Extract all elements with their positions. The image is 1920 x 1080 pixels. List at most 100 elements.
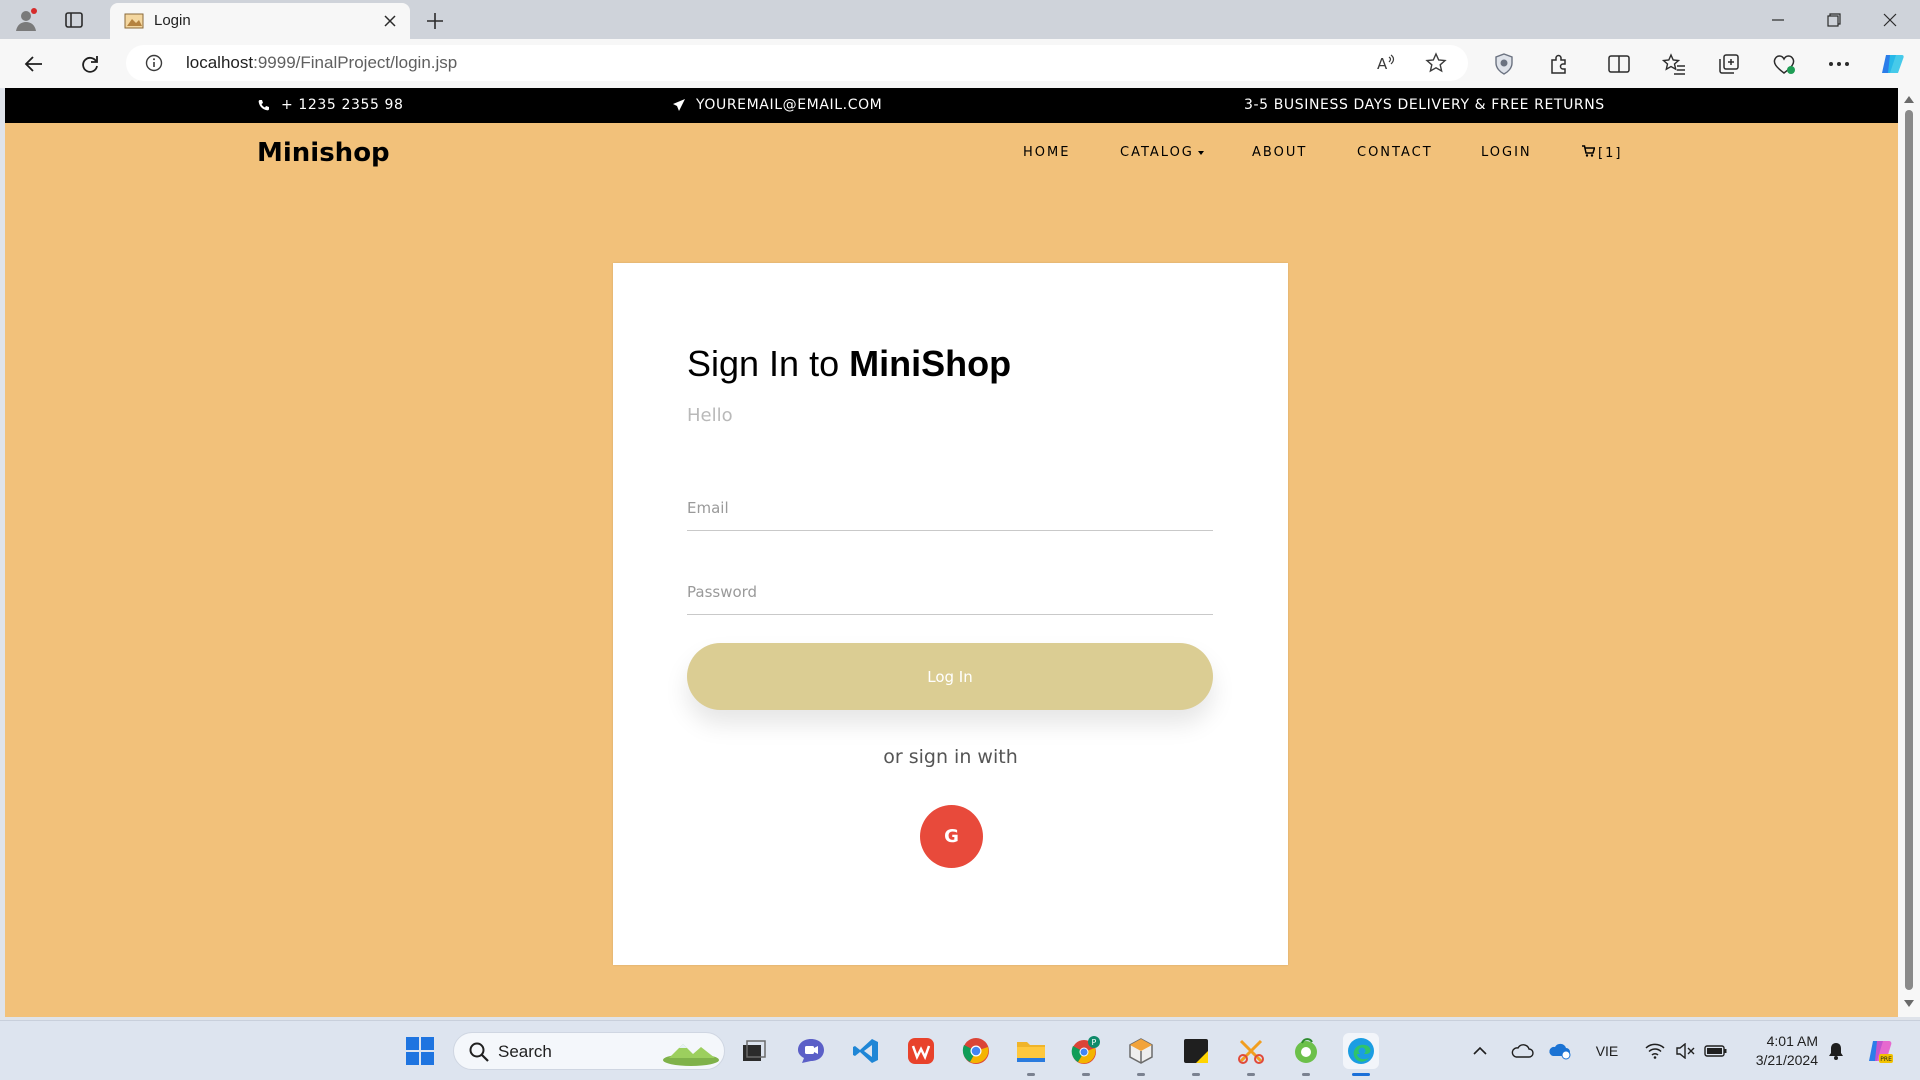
- caret-down-icon: [1197, 150, 1204, 155]
- scroll-up-arrow-icon[interactable]: [1904, 96, 1914, 103]
- browser-essentials-icon[interactable]: [1768, 48, 1800, 80]
- green-app-icon[interactable]: [1288, 1033, 1324, 1069]
- screen: Login localhost:9999/FinalProject/login.…: [0, 0, 1920, 1080]
- clock-time: 4:01 AM: [1766, 1033, 1818, 1049]
- box-app-icon[interactable]: [1123, 1033, 1159, 1069]
- email-field-wrapper: [687, 481, 1213, 531]
- email-field[interactable]: [687, 481, 1213, 530]
- reload-icon[interactable]: [74, 48, 106, 80]
- browser-tab-login[interactable]: Login: [110, 3, 410, 39]
- chrome-profile-icon[interactable]: P: [1068, 1033, 1104, 1069]
- green-app-running-indicator: [1302, 1073, 1310, 1076]
- wifi-icon[interactable]: [1640, 1035, 1670, 1067]
- nav-catalog[interactable]: CATALOG: [1120, 145, 1204, 160]
- nav-catalog-label: CATALOG: [1120, 145, 1194, 160]
- page-scrollbar[interactable]: [1898, 88, 1920, 1017]
- google-signin-button[interactable]: G: [920, 805, 983, 868]
- login-title-brand: MiniShop: [849, 343, 1012, 384]
- login-title-prefix: Sign In to: [687, 343, 840, 384]
- snipping-tool-icon[interactable]: [1233, 1033, 1269, 1069]
- browser-tab-bar: Login: [0, 0, 1920, 39]
- chrome-running-indicator: [1082, 1073, 1090, 1076]
- password-field[interactable]: [687, 565, 1213, 614]
- paper-plane-icon: [672, 98, 686, 112]
- read-aloud-icon[interactable]: A: [1372, 49, 1400, 77]
- copilot-icon[interactable]: [1877, 48, 1909, 80]
- login-button[interactable]: Log In: [687, 643, 1213, 710]
- topbar-delivery-text: 3-5 BUSINESS DAYS DELIVERY & FREE RETURN…: [1244, 97, 1605, 113]
- phone-icon: [257, 98, 271, 112]
- file-explorer-icon[interactable]: [1013, 1033, 1049, 1069]
- back-icon[interactable]: [18, 48, 50, 80]
- shield-icon[interactable]: [1488, 48, 1520, 80]
- taskbar-search-label: Search: [498, 1042, 552, 1061]
- volume-muted-icon[interactable]: [1670, 1035, 1700, 1067]
- url-path: :9999/FinalProject/login.jsp: [253, 53, 458, 72]
- url-host: localhost: [186, 53, 254, 72]
- windows-start-icon[interactable]: [402, 1033, 438, 1069]
- profile-icon[interactable]: [10, 4, 42, 36]
- taskbar-search[interactable]: Search: [453, 1032, 725, 1070]
- copilot-preview-icon[interactable]: PRE: [1862, 1035, 1898, 1067]
- favorites-list-icon[interactable]: [1658, 48, 1690, 80]
- nav-login[interactable]: LOGIN: [1481, 145, 1532, 160]
- onedrive-sync-icon[interactable]: [1545, 1035, 1575, 1067]
- login-card: Sign In to MiniShop Hello Log In or sign…: [613, 263, 1288, 965]
- taskbar-clock[interactable]: 4:01 AM 3/21/2024: [1738, 1032, 1818, 1070]
- site-info-icon[interactable]: [144, 53, 164, 73]
- site-favicon-icon: [124, 13, 144, 29]
- svg-text:A: A: [1377, 55, 1388, 73]
- box-running-indicator: [1137, 1073, 1145, 1076]
- teams-chat-icon[interactable]: [793, 1033, 829, 1069]
- notes-running-indicator: [1192, 1073, 1200, 1076]
- scrollbar-thumb[interactable]: [1905, 110, 1913, 990]
- nav-contact[interactable]: CONTACT: [1357, 145, 1433, 160]
- login-subtitle: Hello: [687, 405, 733, 426]
- search-highlight-icon: [663, 1044, 719, 1066]
- minimize-window-icon[interactable]: [1750, 0, 1806, 39]
- extensions-icon[interactable]: [1543, 48, 1575, 80]
- onedrive-cloud-icon[interactable]: [1507, 1035, 1537, 1067]
- page-viewport: + 1235 2355 98 YOUREMAIL@EMAIL.COM 3-5 B…: [5, 88, 1898, 1017]
- nav-about[interactable]: ABOUT: [1252, 145, 1307, 160]
- battery-charging-icon[interactable]: [1700, 1035, 1732, 1067]
- cart-icon: [1582, 145, 1596, 161]
- collections-icon[interactable]: [1713, 48, 1745, 80]
- password-field-wrapper: [687, 565, 1213, 615]
- task-view-icon[interactable]: [736, 1033, 772, 1069]
- topbar-email-text: YOUREMAIL@EMAIL.COM: [696, 97, 883, 113]
- nav-home[interactable]: HOME: [1023, 145, 1070, 160]
- search-icon: [469, 1042, 489, 1062]
- close-tab-icon[interactable]: [380, 11, 400, 31]
- close-window-icon[interactable]: [1862, 0, 1918, 39]
- sticky-notes-icon[interactable]: [1178, 1033, 1214, 1069]
- vscode-icon[interactable]: [848, 1033, 884, 1069]
- edge-active-indicator: [1352, 1073, 1370, 1076]
- notification-bell-icon[interactable]: [1822, 1035, 1850, 1067]
- new-tab-button[interactable]: [420, 6, 450, 36]
- scroll-down-arrow-icon[interactable]: [1904, 1000, 1914, 1007]
- more-options-icon[interactable]: [1823, 48, 1855, 80]
- browser-toolbar: localhost:9999/FinalProject/login.jsp A: [0, 39, 1920, 88]
- alt-signin-text: or sign in with: [883, 746, 1018, 768]
- login-title: Sign In to MiniShop: [687, 343, 1011, 385]
- svg-text:P: P: [1092, 1038, 1097, 1047]
- edge-browser-icon[interactable]: [1343, 1033, 1379, 1069]
- show-hidden-icons-chevron-icon[interactable]: [1468, 1035, 1492, 1067]
- site-logo[interactable]: Minishop: [257, 138, 390, 168]
- restore-window-icon[interactable]: [1806, 0, 1862, 39]
- topbar-phone: + 1235 2355 98: [257, 97, 404, 113]
- split-screen-icon[interactable]: [1603, 48, 1635, 80]
- url-text: localhost:9999/FinalProject/login.jsp: [186, 53, 457, 73]
- tab-actions-icon[interactable]: [58, 4, 90, 36]
- address-bar[interactable]: localhost:9999/FinalProject/login.jsp A: [126, 45, 1468, 81]
- svg-text:PRE: PRE: [1880, 1056, 1892, 1063]
- language-indicator[interactable]: VIE: [1588, 1035, 1626, 1067]
- favorite-star-icon[interactable]: [1422, 49, 1450, 77]
- windows-taskbar: Search P VIE 4:01 AM 3/21/2024 PRE: [0, 1020, 1920, 1080]
- chrome-icon[interactable]: [958, 1033, 994, 1069]
- wps-office-icon[interactable]: [903, 1033, 939, 1069]
- explorer-running-indicator: [1027, 1073, 1035, 1076]
- tab-title: Login: [154, 12, 191, 29]
- nav-cart[interactable]: [1]: [1582, 145, 1622, 161]
